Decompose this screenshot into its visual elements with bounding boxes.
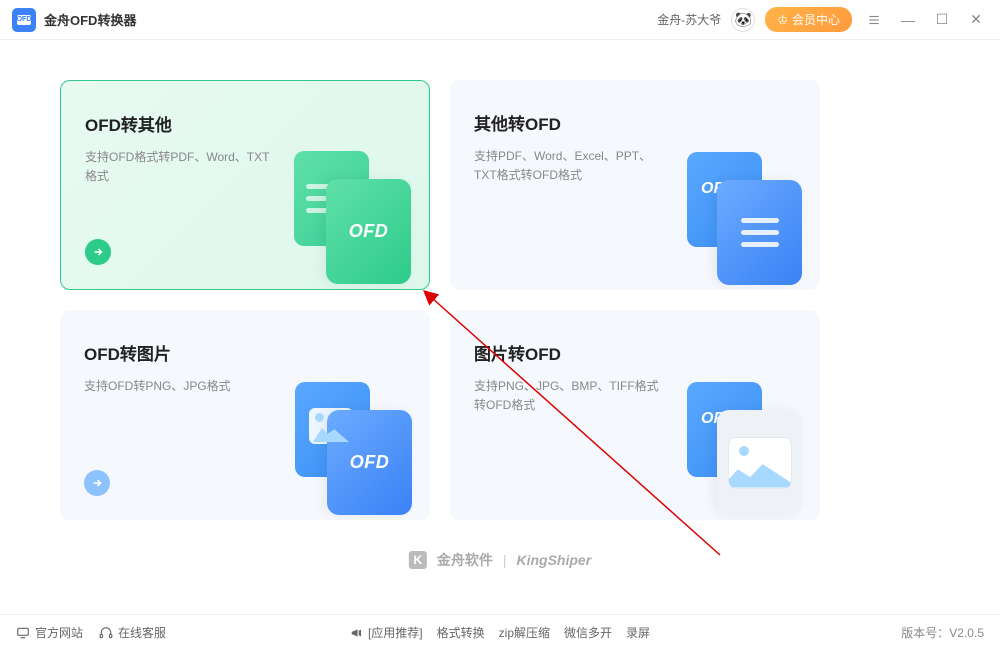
headset-icon xyxy=(99,626,113,640)
watermark-brand-en: KingShiper xyxy=(516,552,591,568)
card-desc: 支持OFD转PNG、JPG格式 xyxy=(84,377,274,396)
watermark: K 金舟软件 | KingShiper xyxy=(409,550,591,570)
card-ofd-to-image[interactable]: OFD转图片 支持OFD转PNG、JPG格式 OFD xyxy=(60,310,430,520)
card-desc: 支持PNG、JPG、BMP、TIFF格式转OFD格式 xyxy=(474,377,664,415)
card-other-to-ofd[interactable]: 其他转OFD 支持PDF、Word、Excel、PPT、TXT格式转OFD格式 … xyxy=(450,80,820,290)
card-image-to-ofd[interactable]: 图片转OFD 支持PNG、JPG、BMP、TIFF格式转OFD格式 OFD xyxy=(450,310,820,520)
footer-link-wechat[interactable]: 微信多开 xyxy=(564,624,612,641)
card-illustration: OFD xyxy=(660,140,810,290)
version-label: 版本号：V2.0.5 xyxy=(901,624,984,641)
app-title: 金舟OFD转换器 xyxy=(44,10,136,29)
main-content: OFD转其他 支持OFD格式转PDF、Word、TXT格式 OFD 其他转OFD… xyxy=(0,40,1000,520)
card-title: OFD转图片 xyxy=(84,340,406,365)
card-illustration: OFD xyxy=(270,370,420,520)
footer-link-zip[interactable]: zip解压缩 xyxy=(499,624,550,641)
avatar[interactable]: 🐼 xyxy=(731,8,755,32)
minimize-icon[interactable]: — xyxy=(896,8,920,32)
card-desc: 支持PDF、Word、Excel、PPT、TXT格式转OFD格式 xyxy=(474,147,664,185)
card-title: 图片转OFD xyxy=(474,340,796,365)
monitor-icon xyxy=(16,626,30,640)
user-name[interactable]: 金舟-苏大爷 xyxy=(657,11,721,28)
card-illustration: OFD xyxy=(660,370,810,520)
card-ofd-to-other[interactable]: OFD转其他 支持OFD格式转PDF、Word、TXT格式 OFD xyxy=(60,80,430,290)
app-logo-text: OFD xyxy=(17,15,31,25)
card-desc: 支持OFD格式转PDF、Word、TXT格式 xyxy=(85,148,275,186)
megaphone-icon xyxy=(350,626,364,640)
arrow-right-icon[interactable] xyxy=(85,239,111,265)
app-logo: OFD xyxy=(12,8,36,32)
app-recommend-link[interactable]: [应用推荐] xyxy=(350,624,423,641)
close-icon[interactable]: ✕ xyxy=(964,8,988,32)
arrow-right-icon[interactable] xyxy=(84,470,110,496)
card-title: 其他转OFD xyxy=(474,110,796,135)
footer: 官方网站 在线客服 [应用推荐] 格式转换 zip解压缩 微信多开 录屏 版本号… xyxy=(0,614,1000,650)
watermark-logo-icon: K xyxy=(409,551,427,569)
footer-link-screen[interactable]: 录屏 xyxy=(626,624,650,641)
online-support-link[interactable]: 在线客服 xyxy=(99,624,166,641)
member-center-button[interactable]: 会员中心 xyxy=(765,7,852,32)
menu-icon[interactable] xyxy=(862,8,886,32)
watermark-brand-cn: 金舟软件 xyxy=(437,550,493,570)
titlebar: OFD 金舟OFD转换器 金舟-苏大爷 🐼 会员中心 — ☐ ✕ xyxy=(0,0,1000,40)
official-site-link[interactable]: 官方网站 xyxy=(16,624,83,641)
card-illustration: OFD xyxy=(269,139,419,289)
card-title: OFD转其他 xyxy=(85,111,405,136)
maximize-icon[interactable]: ☐ xyxy=(930,8,954,32)
footer-link-format[interactable]: 格式转换 xyxy=(437,624,485,641)
